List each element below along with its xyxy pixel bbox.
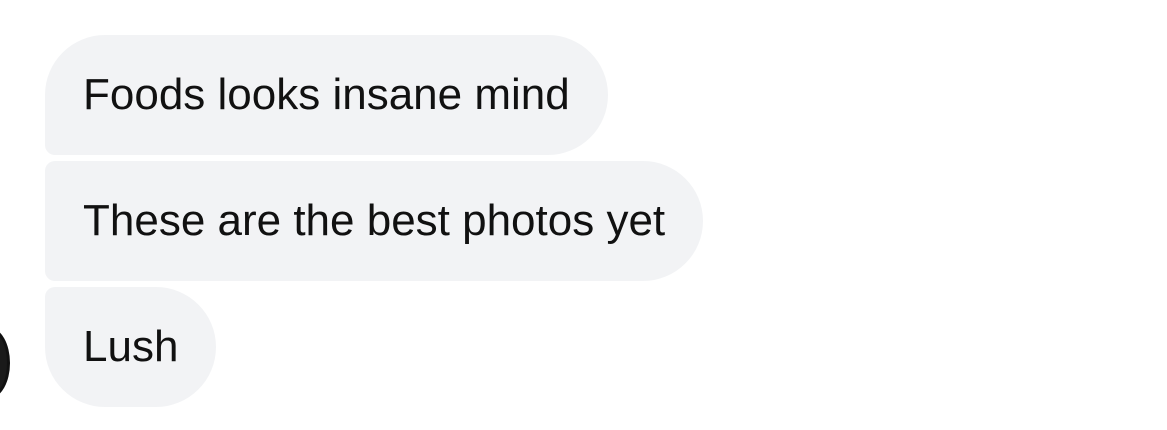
- message-bubble[interactable]: Lush: [45, 287, 217, 407]
- message-text: Lush: [83, 322, 179, 371]
- message-bubble[interactable]: These are the best photos yet: [45, 161, 704, 281]
- message-thread: Foods looks insane mind These are the be…: [45, 35, 704, 407]
- message-text: Foods looks insane mind: [83, 70, 570, 119]
- message-text: These are the best photos yet: [83, 196, 666, 245]
- avatar-icon[interactable]: [0, 328, 10, 398]
- message-bubble[interactable]: Foods looks insane mind: [45, 35, 608, 155]
